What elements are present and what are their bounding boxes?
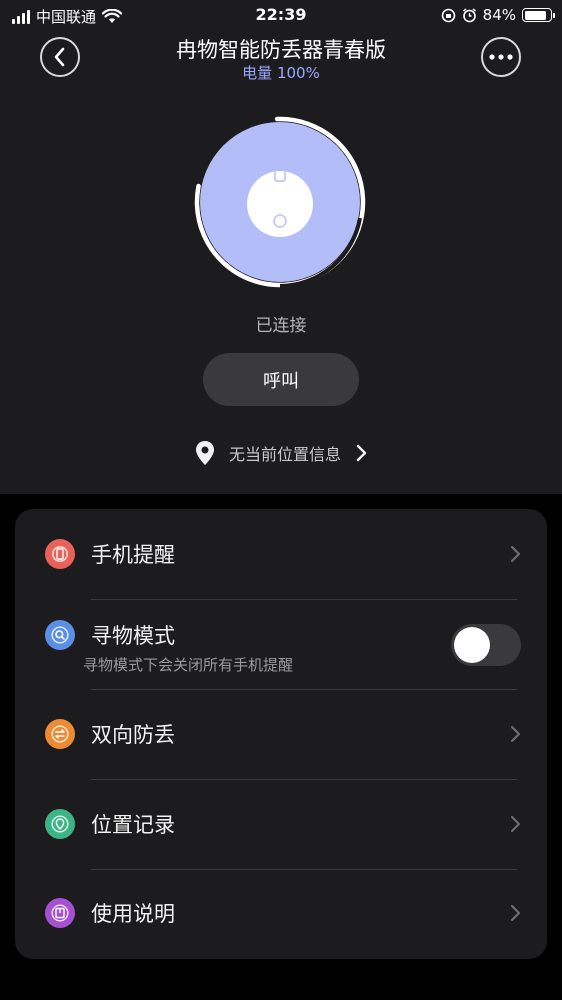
battery-subtitle: 电量 100% xyxy=(242,64,320,82)
search-icon xyxy=(45,620,75,650)
menu-item-label: 使用说明 xyxy=(91,902,175,926)
menu-item-label: 寻物模式 xyxy=(91,624,175,648)
manual-icon xyxy=(45,898,75,928)
toggle-knob xyxy=(454,627,490,663)
alarm-icon xyxy=(462,7,476,22)
more-dots-icon xyxy=(489,54,513,60)
menu-item-label: 位置记录 xyxy=(91,813,175,837)
back-button[interactable] xyxy=(40,37,80,77)
status-right: 84% xyxy=(441,6,555,24)
battery-icon xyxy=(522,8,555,22)
device-status-ring[interactable] xyxy=(194,116,366,288)
map-pin-icon xyxy=(195,441,214,465)
chevron-right-icon xyxy=(510,815,521,833)
menu-item-phone-reminder[interactable]: 手机提醒 xyxy=(15,509,547,599)
location-info[interactable]: 无当前位置信息 xyxy=(0,440,562,466)
chevron-left-icon xyxy=(54,47,65,67)
menu-item-label: 手机提醒 xyxy=(91,543,175,567)
menu-item-two-way-anti-loss[interactable]: 双向防丢 xyxy=(15,690,547,780)
find-mode-toggle[interactable] xyxy=(451,624,521,666)
chevron-right-icon xyxy=(510,904,521,922)
chevron-right-icon xyxy=(510,725,521,743)
chevron-right-icon xyxy=(510,545,521,563)
more-button[interactable] xyxy=(481,37,521,77)
swap-icon xyxy=(45,719,75,749)
menu-item-user-manual[interactable]: 使用说明 xyxy=(15,870,547,960)
status-bar: 中国联通 22:39 84% xyxy=(0,0,562,30)
chevron-right-icon xyxy=(356,444,367,462)
connection-status: 已连接 xyxy=(255,316,307,336)
device-illustration xyxy=(194,116,366,288)
call-button[interactable]: 呼叫 xyxy=(203,353,359,406)
page-title: 冉物智能防丢器青春版 xyxy=(176,38,386,62)
menu-item-location-history[interactable]: 位置记录 xyxy=(15,780,547,870)
phone-icon xyxy=(45,539,75,569)
orientation-lock-icon xyxy=(441,8,455,22)
location-text: 无当前位置信息 xyxy=(228,445,341,464)
battery-level xyxy=(524,10,546,20)
menu-item-label: 双向防丢 xyxy=(91,723,175,747)
menu-item-sublabel: 寻物模式下会关闭所有手机提醒 xyxy=(83,656,294,674)
menu-item-find-mode: 寻物模式 寻物模式下会关闭所有手机提醒 xyxy=(15,600,547,690)
settings-card: 手机提醒 寻物模式 寻物模式下会关闭所有手机提醒 双向防丢 位置记录 使用说明 xyxy=(15,509,547,959)
battery-percent: 84% xyxy=(482,6,516,24)
map-pin-icon xyxy=(45,809,75,839)
